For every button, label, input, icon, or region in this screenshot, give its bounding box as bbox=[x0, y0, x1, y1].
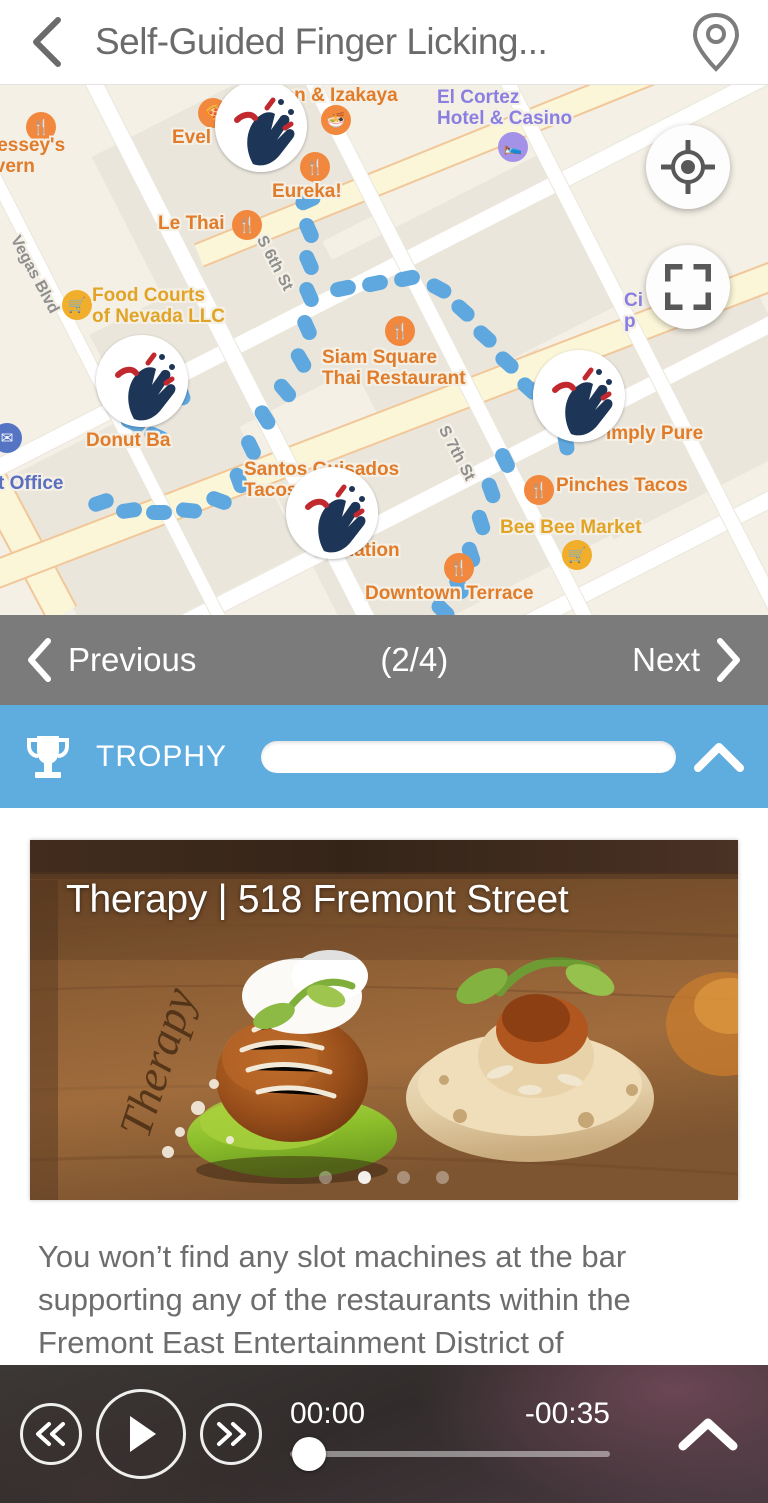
previous-label: Previous bbox=[68, 641, 197, 678]
chevron-right-icon bbox=[717, 638, 740, 682]
fast-forward-icon bbox=[217, 1422, 246, 1446]
stop-photo-card[interactable]: Therapy Therapy | 518 Fremont Street bbox=[30, 840, 738, 1200]
app-root: Self-Guided Finger Licking... 🍴 essey's … bbox=[0, 0, 768, 1503]
photo-title: Therapy | 518 Fremont Street bbox=[66, 878, 569, 921]
trophy-label: TROPHY bbox=[96, 739, 228, 773]
rewind-button[interactable] bbox=[20, 1403, 82, 1465]
poi-restaurant-icon: 🍴 bbox=[385, 316, 415, 346]
stop-counter: (2/4) bbox=[380, 641, 449, 678]
carousel-dot[interactable] bbox=[436, 1171, 449, 1184]
finger-licking-logo-icon bbox=[96, 335, 188, 427]
carousel-dot-active[interactable] bbox=[358, 1171, 371, 1184]
chevron-up-icon bbox=[678, 1418, 738, 1451]
back-button[interactable] bbox=[0, 0, 95, 85]
previous-button[interactable]: Previous bbox=[26, 638, 196, 682]
poi-hotel-icon: 🛌 bbox=[498, 132, 528, 162]
map-pin-icon bbox=[692, 12, 739, 72]
chevron-up-icon bbox=[694, 742, 744, 772]
carousel-dot[interactable] bbox=[319, 1171, 332, 1184]
route-dash bbox=[175, 501, 203, 520]
trophy-bar[interactable]: TROPHY bbox=[0, 705, 768, 808]
poi-restaurant-icon: 🍴 bbox=[524, 475, 554, 505]
next-button[interactable]: Next bbox=[632, 638, 742, 682]
tour-marker-pin[interactable] bbox=[533, 350, 625, 458]
stop-navigation-bar: Previous (2/4) Next bbox=[0, 615, 768, 705]
poi-restaurant-icon: 🍴 bbox=[26, 112, 56, 142]
fullscreen-button[interactable] bbox=[646, 245, 730, 329]
map-pin-button[interactable] bbox=[663, 0, 768, 85]
poi-market-icon: 🛒 bbox=[562, 540, 592, 570]
scrubber-track[interactable] bbox=[290, 1451, 610, 1457]
poi-restaurant-icon: 🍴 bbox=[232, 210, 262, 240]
remaining-time: -00:35 bbox=[524, 1397, 610, 1430]
tour-marker-pin[interactable] bbox=[286, 467, 378, 575]
finger-licking-logo-icon bbox=[286, 467, 378, 559]
app-header: Self-Guided Finger Licking... bbox=[0, 0, 768, 85]
finger-licking-logo-icon bbox=[533, 350, 625, 442]
poi-restaurant-icon: 🍜 bbox=[321, 105, 351, 135]
carousel-indicators bbox=[30, 1171, 738, 1184]
chevron-left-icon bbox=[28, 638, 51, 682]
route-dash bbox=[146, 505, 172, 520]
poi-restaurant-icon: 🍴 bbox=[444, 553, 474, 583]
audio-scrubber[interactable]: 00:00 -00:35 bbox=[290, 1389, 638, 1479]
stop-content-panel: Therapy Therapy | 518 Fremont Street You… bbox=[0, 808, 768, 1365]
elapsed-time: 00:00 bbox=[290, 1397, 366, 1430]
page-title: Self-Guided Finger Licking... bbox=[95, 21, 548, 62]
time-row: 00:00 -00:35 bbox=[290, 1397, 638, 1431]
finger-licking-logo-icon bbox=[215, 85, 307, 172]
trophy-collapse-button[interactable] bbox=[694, 741, 744, 773]
trophy-progress-bar[interactable] bbox=[261, 740, 676, 773]
poi-market-icon: 🛒 bbox=[62, 290, 92, 320]
locate-me-button[interactable] bbox=[646, 125, 730, 209]
trophy-icon bbox=[27, 735, 69, 778]
pin-body bbox=[215, 85, 307, 172]
tour-marker-pin[interactable] bbox=[215, 85, 307, 188]
crosshair-locate-icon bbox=[661, 140, 715, 194]
stop-description-text: You won’t find any slot machines at the … bbox=[38, 1239, 631, 1360]
audio-player-bar: 00:00 -00:35 bbox=[0, 1365, 768, 1503]
scrubber-handle[interactable] bbox=[292, 1437, 326, 1471]
pin-body bbox=[286, 467, 378, 559]
pin-body bbox=[533, 350, 625, 442]
map-view[interactable]: 🍴 nnessey'sTavern 🍕 Evel hen & Izakaya 🍜… bbox=[0, 85, 768, 615]
pin-body bbox=[96, 335, 188, 427]
fast-forward-button[interactable] bbox=[200, 1403, 262, 1465]
player-collapse-button[interactable] bbox=[648, 1416, 768, 1452]
rewind-icon bbox=[36, 1422, 65, 1446]
play-icon bbox=[130, 1416, 156, 1452]
trophy-icon-wrap bbox=[22, 732, 74, 782]
expand-fullscreen-icon bbox=[665, 264, 711, 310]
chevron-left-icon bbox=[32, 17, 61, 67]
next-label: Next bbox=[632, 641, 700, 678]
play-button[interactable] bbox=[96, 1389, 186, 1479]
tour-marker-pin[interactable] bbox=[96, 335, 188, 443]
carousel-dot[interactable] bbox=[397, 1171, 410, 1184]
